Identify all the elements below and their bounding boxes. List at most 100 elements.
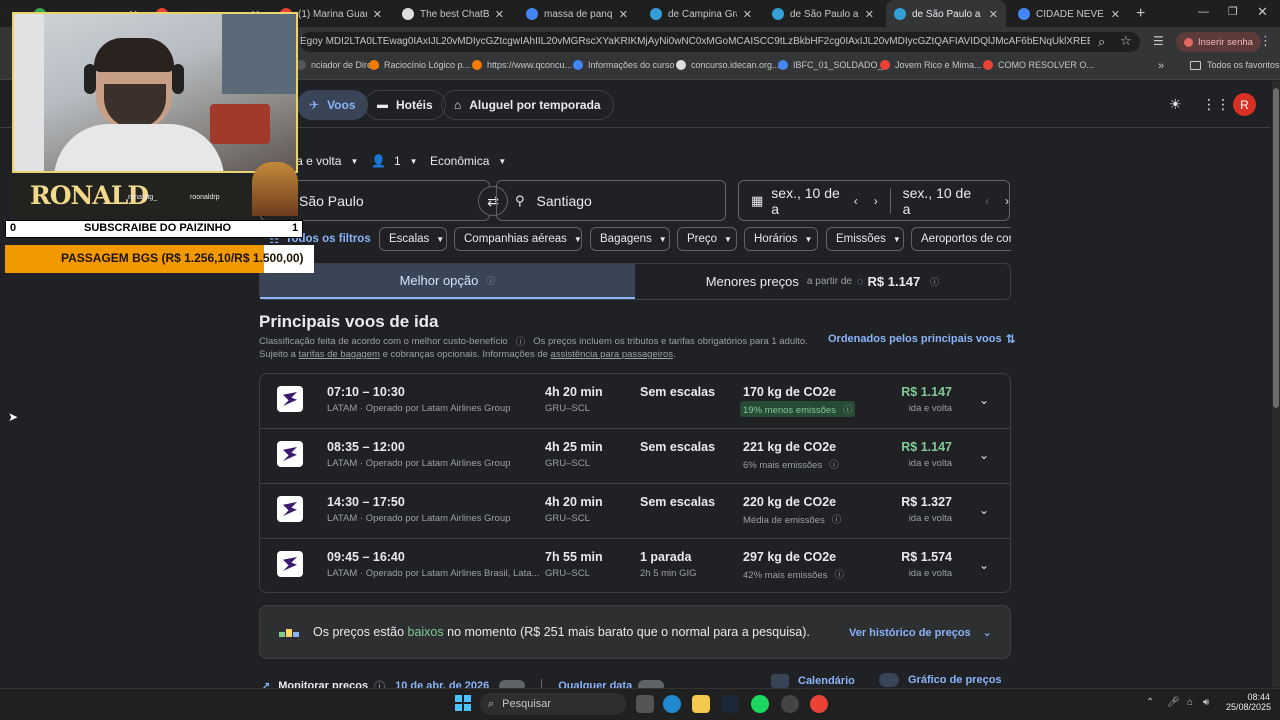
baggage-link[interactable]: tarifas de bagagem	[299, 349, 380, 360]
assistance-link[interactable]: assistência para passageiros	[551, 349, 674, 360]
close-tab-icon[interactable]: ✕	[743, 8, 752, 21]
bookmark-item[interactable]: https://www.qconcu...	[472, 60, 572, 70]
tab-7[interactable]: de São Paulo a Santi ✕	[886, 0, 1006, 28]
bookmark-item[interactable]: IBFC_01_SOLDADO_...	[778, 60, 890, 70]
new-tab-button[interactable]: +	[1136, 5, 1145, 23]
tab-voos[interactable]: ✈ Voos	[297, 90, 368, 120]
cabin-select[interactable]: Econômica ▼	[430, 154, 506, 168]
tab-aluguel[interactable]: ⌂ Aluguel por temporada	[441, 90, 614, 120]
calendar-button[interactable]: Calendário	[771, 674, 855, 688]
close-tab-icon[interactable]: ✕	[865, 8, 874, 21]
sort-order-button[interactable]: Ordenados pelos principais voos ⇅	[828, 332, 1016, 346]
close-tab-icon[interactable]: ✕	[1111, 8, 1120, 21]
taskbar-search[interactable]: ⌕ Pesquisar	[480, 693, 626, 715]
password-chip[interactable]: Inserir senha	[1176, 32, 1261, 52]
microphone-icon[interactable]: 🎤︎	[1167, 697, 1180, 708]
filter-5[interactable]: Emissões ▼	[826, 227, 904, 251]
tab-best-option[interactable]: Melhor opção ⓘ	[260, 264, 635, 299]
expand-chevron-icon[interactable]: ⌄	[979, 558, 989, 572]
chevron-down-icon: ▼	[409, 156, 418, 166]
info-icon[interactable]: ⓘ	[832, 515, 842, 526]
price-type: ida e volta	[908, 403, 952, 414]
start-button[interactable]	[455, 695, 471, 711]
bookmark-item[interactable]: Jovem Rico e Mima...	[880, 60, 982, 70]
close-tab-icon[interactable]: ✕	[495, 8, 504, 21]
info-icon[interactable]: ⓘ	[930, 275, 939, 288]
bookmark-item[interactable]: Informações do curso	[573, 60, 675, 70]
obs-icon[interactable]	[781, 695, 799, 713]
bookmark-item[interactable]: concurso.idecan.org...	[676, 60, 780, 70]
insight-level: baixos	[407, 625, 444, 639]
passengers-select[interactable]: 👤 1 ▼	[371, 154, 418, 168]
info-icon[interactable]: ⓘ	[516, 334, 526, 348]
close-tab-icon[interactable]: ✕	[619, 8, 628, 21]
task-view-icon[interactable]	[636, 695, 654, 713]
close-window-button[interactable]: ✕	[1257, 4, 1268, 20]
info-icon[interactable]: ⓘ	[843, 405, 853, 416]
bookmark-item[interactable]: Raciocínio Lógico p...	[369, 60, 470, 70]
tab-hoteis[interactable]: ▬ Hotéis	[364, 90, 446, 120]
tab-5[interactable]: de Campina Grande ✕	[642, 0, 760, 28]
profile-avatar[interactable]: R	[1233, 93, 1256, 116]
subtitle-4: e cobranças opcionais. Informações de	[382, 349, 548, 360]
more-menu-icon[interactable]: ⋮	[1259, 33, 1272, 49]
next-date-icon[interactable]: ›	[874, 194, 878, 208]
all-favorites[interactable]: Todos os favoritos	[1190, 60, 1280, 70]
expand-chevron-icon[interactable]: ⌄	[979, 393, 989, 407]
filter-2[interactable]: Bagagens ▼	[590, 227, 670, 251]
tab-4[interactable]: massa de panqueca ✕	[518, 0, 636, 28]
price-history-button[interactable]: Ver histórico de preços ⌄	[849, 626, 992, 640]
maximize-button[interactable]: ❐	[1228, 5, 1238, 18]
url-text[interactable]: Egoy MDI2LTA0LTEwag0IAxIJL20vMDIycGZtcgw…	[300, 36, 1090, 47]
theme-icon[interactable]: ☀	[1169, 96, 1182, 113]
destination-input[interactable]: ⚲ Santiago	[496, 180, 726, 221]
scrollbar-thumb[interactable]	[1273, 88, 1279, 408]
filter-4[interactable]: Horários ▼	[744, 227, 818, 251]
tab-cheapest[interactable]: Menores preços a partir de ◌ R$ 1.147 ⓘ	[635, 264, 1010, 299]
steam-icon[interactable]	[721, 695, 739, 713]
flight-row[interactable]: 07:10 – 10:30 LATAM · Operado por Latam A…	[259, 374, 1011, 429]
tab-6[interactable]: de São Paulo a Chile ✕	[764, 0, 882, 28]
depart-date-value[interactable]: sex., 10 de a	[771, 185, 843, 217]
filter-6[interactable]: Aeroportos de con	[911, 227, 1011, 251]
spotify-icon[interactable]	[751, 695, 769, 713]
flight-row[interactable]: 09:45 – 16:40 LATAM · Operado por Latam A…	[259, 539, 1011, 594]
edge-icon[interactable]	[663, 695, 681, 713]
results-heading: Principais voos de ida	[259, 312, 439, 331]
prev-date-icon[interactable]: ‹	[854, 194, 858, 208]
bookmarks-overflow-icon[interactable]: »	[1158, 60, 1164, 72]
network-icon[interactable]: ⌂	[1187, 697, 1193, 708]
file-explorer-icon[interactable]	[692, 695, 710, 713]
close-tab-icon[interactable]: ✕	[373, 8, 382, 21]
minimize-button[interactable]: —	[1198, 6, 1209, 18]
bookmark-item[interactable]: COMO RESOLVER O...	[983, 60, 1094, 70]
tray-expand-icon[interactable]: ⌃	[1146, 697, 1154, 708]
info-icon[interactable]: ⓘ	[829, 460, 839, 471]
close-tab-icon[interactable]: ✕	[989, 8, 998, 21]
price-graph-button[interactable]: Gráfico de preços	[879, 673, 1002, 687]
filter-0[interactable]: Escalas ▼	[379, 227, 447, 251]
flight-row[interactable]: 14:30 – 17:50 LATAM · Operado por Latam A…	[259, 484, 1011, 539]
info-icon[interactable]: ⓘ	[834, 570, 844, 581]
info-icon[interactable]: ⓘ	[486, 274, 495, 287]
bookmark-item[interactable]: nciador de Dire...	[296, 60, 380, 70]
volume-icon[interactable]: 🔊︎	[1203, 697, 1209, 708]
expand-chevron-icon[interactable]: ⌄	[979, 503, 989, 517]
zoom-icon[interactable]: ⌕	[1098, 34, 1105, 50]
next-return-icon[interactable]: ›	[1005, 194, 1009, 208]
apps-grid-icon[interactable]: ⋮⋮	[1202, 96, 1230, 113]
prev-return-icon[interactable]: ‹	[985, 194, 989, 208]
date-range-input[interactable]: ▦ sex., 10 de a ‹ › sex., 10 de a ‹ ›	[738, 180, 1010, 221]
chrome-icon[interactable]	[810, 695, 828, 713]
bookmark-star-icon[interactable]: ☆	[1120, 33, 1132, 49]
flight-row[interactable]: 08:35 – 12:00 LATAM · Operado por Latam A…	[259, 429, 1011, 484]
tab-3[interactable]: The best ChatBot and ✕	[394, 0, 512, 28]
return-date-value[interactable]: sex., 10 de a	[903, 185, 975, 217]
tab-8[interactable]: CIDADE NEVE - Pesq ✕	[1010, 0, 1128, 28]
filter-1[interactable]: Companhias aéreas ▼	[454, 227, 582, 251]
bookmark-label: https://www.qconcu...	[487, 60, 573, 70]
expand-chevron-icon[interactable]: ⌄	[979, 448, 989, 462]
clock[interactable]: 08:44 25/08/2025	[1226, 692, 1271, 712]
filter-3[interactable]: Preço ▼	[677, 227, 737, 251]
media-icon[interactable]: ☰	[1153, 34, 1164, 48]
